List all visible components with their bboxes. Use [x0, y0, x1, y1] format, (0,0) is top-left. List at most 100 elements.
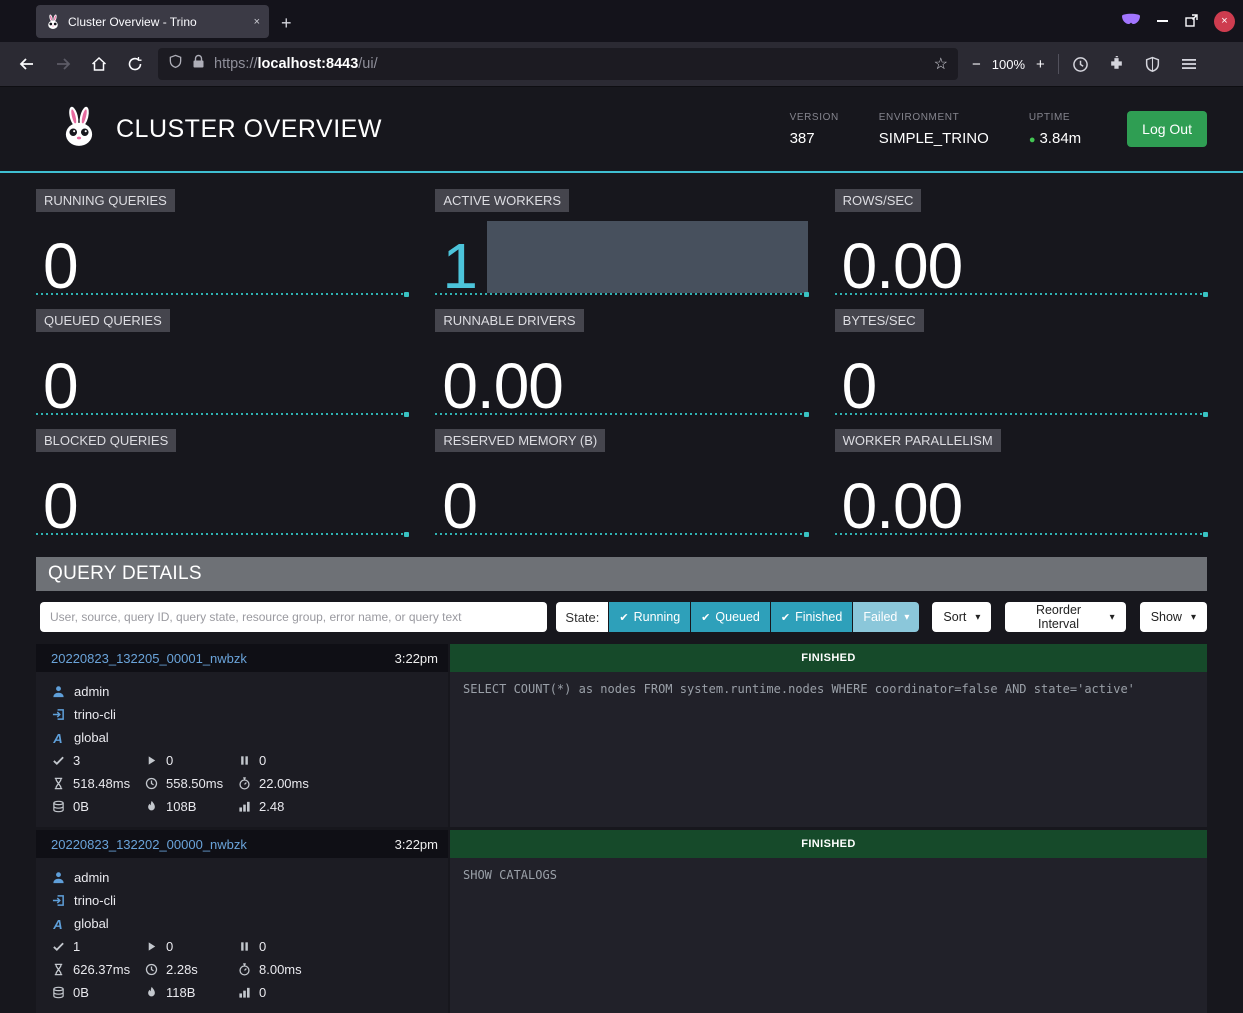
page-title: CLUSTER OVERVIEW [116, 115, 382, 144]
stat-value: 0 [842, 360, 877, 412]
zoom-in-button[interactable]: + [1036, 56, 1045, 73]
user-icon [51, 871, 65, 885]
back-button[interactable] [10, 48, 44, 80]
query-id-link[interactable]: 20220823_132205_00001_nwbzk [51, 651, 247, 666]
check-icon: ✔ [619, 611, 628, 624]
zoom-level[interactable]: 100% [992, 57, 1025, 72]
query-search-input[interactable] [40, 602, 547, 632]
reload-button[interactable] [118, 48, 152, 80]
query-card: 20220823_132205_00001_nwbzk 3:22pm FINIS… [36, 644, 1207, 827]
query-user-row: admin [36, 680, 448, 703]
history-button[interactable] [1064, 48, 1098, 80]
back-icon [19, 56, 35, 72]
sort-dropdown[interactable]: Sort ▾ [932, 602, 991, 632]
cumulative-memory: 0 [237, 981, 448, 1004]
query-resource-group-row: A global [36, 726, 448, 749]
filter-running-button[interactable]: ✔ Running [609, 602, 690, 632]
stat-card-rows-sec: ROWS/SEC 0.00 [835, 189, 1207, 295]
version-label: VERSION [790, 112, 839, 123]
completed-splits: 1 [51, 935, 144, 958]
queued-splits-pause-icon [237, 754, 251, 768]
logout-button[interactable]: Log Out [1127, 111, 1207, 147]
query-summary-panel: admin trino-cli A global 1 [36, 858, 448, 1013]
stat-value: 0.00 [842, 480, 963, 532]
hourglass-icon [51, 777, 65, 791]
home-button[interactable] [82, 48, 116, 80]
clock-icon [144, 777, 158, 791]
stat-card-runnable-drivers: RUNNABLE DRIVERS 0.00 [435, 309, 807, 415]
source-icon [51, 894, 65, 908]
maximize-button[interactable] [1184, 14, 1198, 28]
filter-failed-label: Failed [863, 610, 897, 624]
zoom-out-button[interactable]: − [972, 56, 981, 73]
navigation-bar: https://localhost:8443/ui/ ☆ − 100% + [0, 42, 1243, 87]
minimize-button[interactable] [1157, 20, 1168, 22]
query-time: 3:22pm [395, 651, 438, 666]
browser-window: Cluster Overview - Trino × + × [0, 0, 1243, 1013]
query-id-link[interactable]: 20220823_132202_00000_nwbzk [51, 837, 247, 852]
url-text: https://localhost:8443/ui/ [214, 56, 925, 72]
show-dropdown[interactable]: Show ▾ [1140, 602, 1207, 632]
bar-chart-icon [237, 986, 251, 1000]
tab-title: Cluster Overview - Trino [68, 15, 247, 29]
sparkline-baseline [435, 413, 807, 415]
database-icon [51, 800, 65, 814]
trino-logo [58, 105, 100, 154]
query-filter-toolbar: State: ✔ Running ✔ Queued ✔ Finished Fai… [40, 602, 1207, 632]
tab-close-icon[interactable]: × [254, 16, 260, 28]
uptime-label: UPTIME [1029, 112, 1081, 123]
query-stats-grid: 1 0 0 626.37ms [36, 935, 448, 1004]
cluster-stats: RUNNING QUERIES 0 ACTIVE WORKERS 1 ROWS/… [36, 189, 1207, 535]
sparkline-baseline [36, 413, 408, 415]
stat-label: ROWS/SEC [835, 189, 922, 212]
caret-down-icon: ▾ [975, 612, 980, 623]
sparkline-baseline [36, 293, 408, 295]
url-bar[interactable]: https://localhost:8443/ui/ ☆ [158, 48, 958, 80]
lock-icon[interactable] [192, 54, 205, 74]
caret-down-icon: ▾ [1110, 612, 1115, 623]
bookmark-star-icon[interactable]: ☆ [934, 54, 948, 74]
forward-icon [55, 56, 71, 72]
state-filter-label: State: [556, 602, 608, 632]
query-details-header: QUERY DETAILS [36, 557, 1207, 591]
extension-icon [1108, 56, 1125, 73]
query-card: 20220823_132202_00000_nwbzk 3:22pm FINIS… [36, 830, 1207, 1013]
uptime-status-dot: ● [1029, 134, 1036, 146]
sparkline-baseline [435, 533, 807, 535]
sparkline-baseline [835, 413, 1207, 415]
sparkline-baseline [835, 293, 1207, 295]
window-controls: × [1121, 0, 1235, 42]
filter-finished-label: Finished [795, 610, 842, 624]
extension-button[interactable] [1100, 48, 1134, 80]
running-splits: 0 [144, 749, 237, 772]
close-icon: × [1221, 15, 1227, 27]
cpu-time: 8.00ms [237, 958, 448, 981]
uptime-text: 3.84m [1039, 130, 1081, 147]
forward-button[interactable] [46, 48, 80, 80]
running-splits: 0 [144, 935, 237, 958]
flame-icon [144, 800, 158, 814]
completed-splits-check-icon [51, 940, 65, 954]
browser-tab[interactable]: Cluster Overview - Trino × [36, 5, 269, 38]
uptime-value: ●3.84m [1029, 130, 1081, 147]
tracking-shield-icon[interactable] [1136, 48, 1170, 80]
reorder-interval-label: Reorder Interval [1016, 603, 1100, 631]
menu-button[interactable] [1172, 48, 1206, 80]
queued-splits: 0 [237, 749, 448, 772]
filter-queued-label: Queued [715, 610, 759, 624]
permissions-shield-icon[interactable] [168, 54, 183, 74]
new-tab-button[interactable]: + [281, 14, 292, 32]
query-user-row: admin [36, 866, 448, 889]
state-filter-group: State: ✔ Running ✔ Queued ✔ Finished Fai… [556, 602, 919, 632]
filter-queued-button[interactable]: ✔ Queued [691, 602, 770, 632]
filter-failed-dropdown[interactable]: Failed ▾ [853, 602, 919, 632]
filter-finished-button[interactable]: ✔ Finished [771, 602, 852, 632]
query-resource-group: global [74, 730, 109, 745]
stat-card-blocked-queries: BLOCKED QUERIES 0 [36, 429, 408, 535]
query-source-row: trino-cli [36, 889, 448, 912]
peak-memory: 108B [144, 795, 237, 818]
close-window-button[interactable]: × [1214, 11, 1235, 32]
reorder-interval-dropdown[interactable]: Reorder Interval ▾ [1005, 602, 1125, 632]
tab-bar: Cluster Overview - Trino × + × [0, 0, 1243, 42]
stat-card-worker-parallelism: WORKER PARALLELISM 0.00 [835, 429, 1207, 535]
